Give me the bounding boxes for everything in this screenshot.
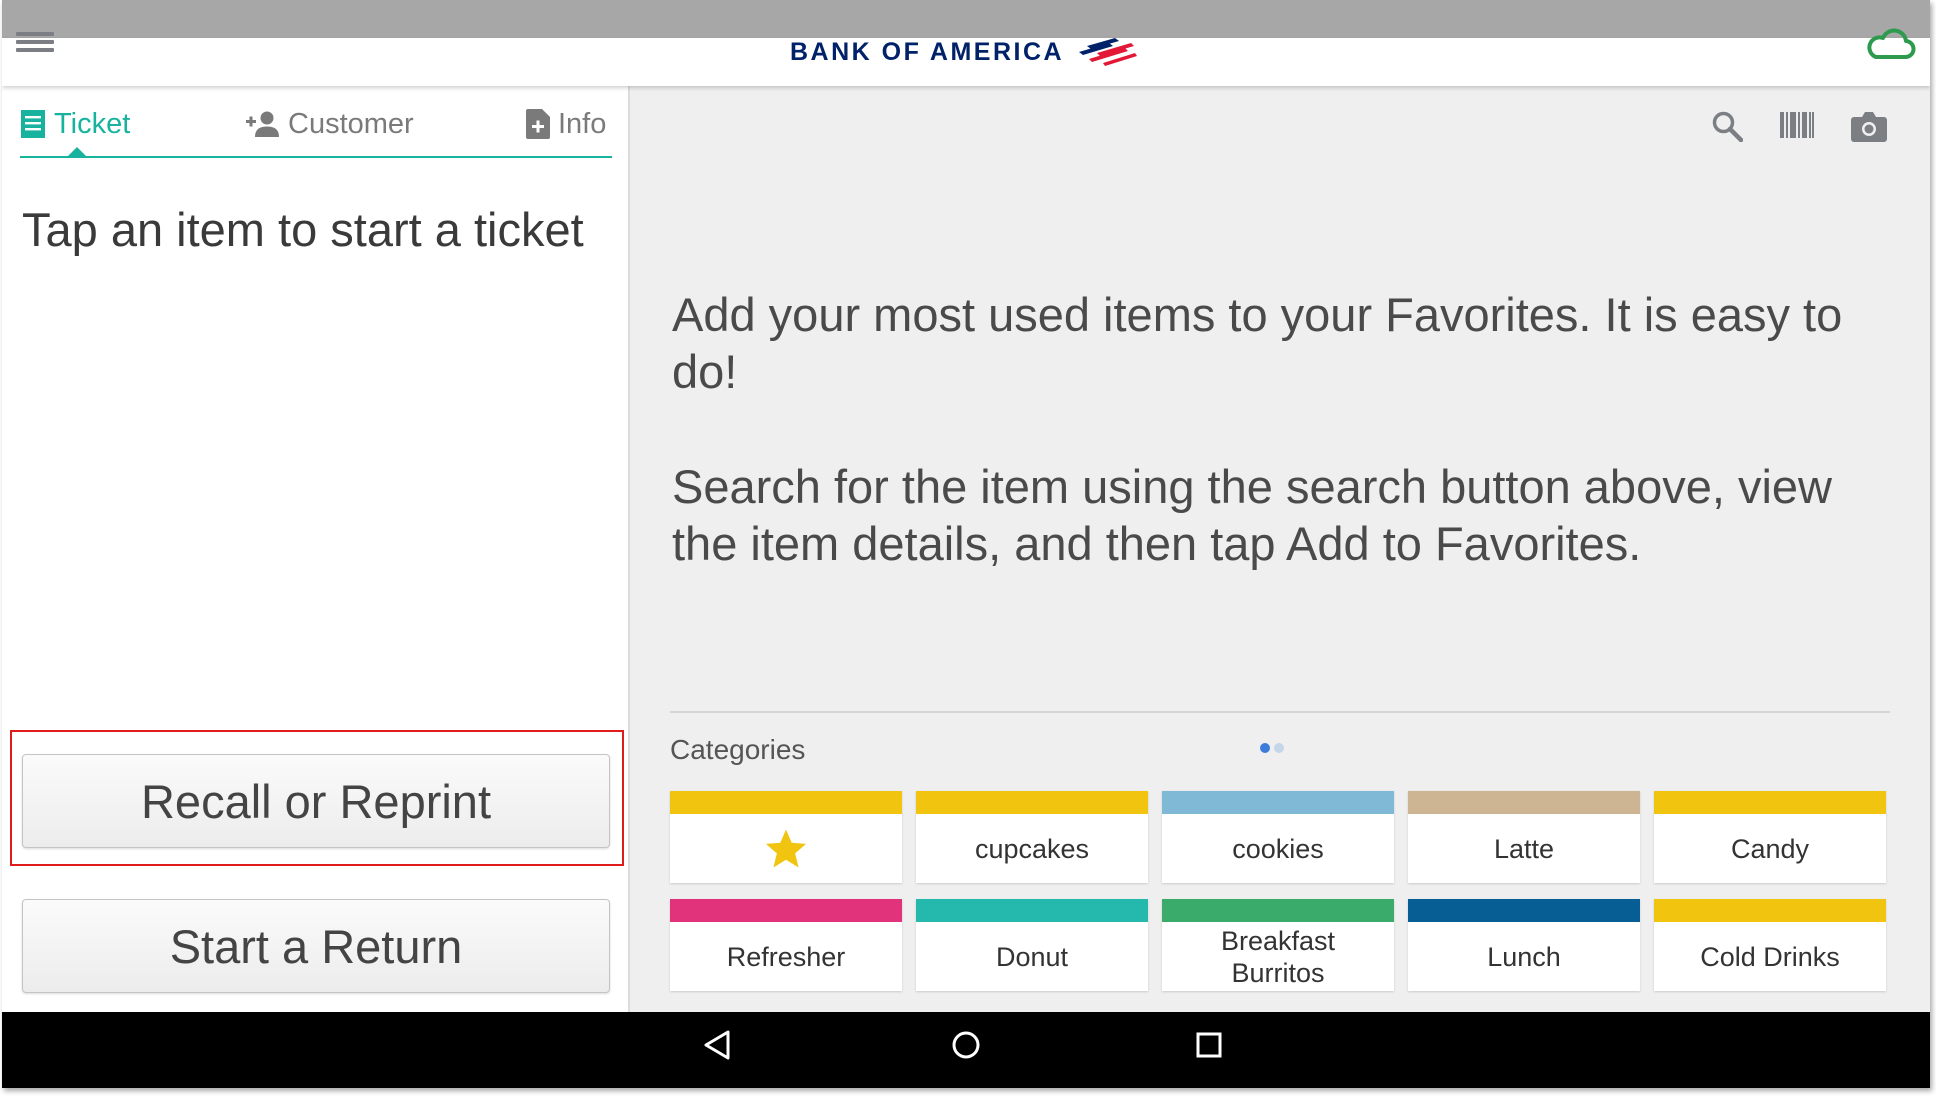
category-label: Refresher [726,941,846,972]
category-color-bar [916,899,1148,922]
category-label: Breakfast Burritos [1220,925,1336,988]
category-label: cupcakes [974,833,1090,864]
favorites-instructions: Add your most used items to your Favorit… [672,288,1843,398]
tab-label: Ticket [54,107,131,140]
category-favorites[interactable] [670,791,902,883]
category-latte[interactable]: Latte [1408,791,1640,883]
start-return-button[interactable]: Start a Return [22,899,610,993]
category-color-bar [1162,791,1394,814]
flag-logo-icon [1079,38,1137,66]
tab-info[interactable]: Info [526,106,606,142]
active-tab-indicator [67,147,87,157]
category-donut[interactable]: Donut [916,899,1148,991]
categories-divider [670,711,1890,713]
recents-icon[interactable] [1194,1028,1224,1062]
category-breakfast-burritos[interactable]: Breakfast Burritos [1162,899,1394,991]
category-color-bar [1408,791,1640,814]
category-cupcakes[interactable]: cupcakes [916,791,1148,883]
category-page-indicator [1260,743,1284,753]
system-nav-bar [2,1012,1930,1088]
category-color-bar [1654,899,1886,922]
favorites-search-instructions: Search for the item using the search but… [672,460,1832,570]
categories-heading: Categories [670,734,806,765]
category-cold-drinks[interactable]: Cold Drinks [1654,899,1886,991]
category-color-bar [1162,899,1394,922]
menu-icon[interactable] [16,32,56,60]
camera-icon[interactable] [1851,110,1887,142]
category-label: Donut [995,941,1069,972]
category-color-bar [670,791,902,814]
add-document-icon [526,109,550,139]
page-dot[interactable] [1274,743,1284,753]
home-icon[interactable] [950,1028,982,1062]
tablet-screen: BANK OF AMERICA Ticket Customer Info Tap… [2,0,1930,1088]
category-refresher[interactable]: Refresher [670,899,902,991]
category-lunch[interactable]: Lunch [1408,899,1640,991]
page-dot-active[interactable] [1260,743,1270,753]
recall-or-reprint-button[interactable]: Recall or Reprint [22,754,610,848]
tab-ticket[interactable]: Ticket [20,106,130,142]
tab-underline [20,156,612,158]
category-color-bar [1654,791,1886,814]
category-label: Latte [1493,833,1555,864]
ticket-panel: Ticket Customer Info Tap an item to star… [2,86,630,1012]
category-label: cookies [1232,833,1324,864]
category-color-bar [1408,899,1640,922]
tab-customer[interactable]: Customer [246,106,414,142]
receipt-icon [21,110,45,138]
tab-label: Customer [288,107,414,140]
category-label: Lunch [1487,941,1561,972]
category-cookies[interactable]: cookies [1162,791,1394,883]
cloud-sync-icon[interactable] [1864,26,1916,62]
barcode-icon[interactable] [1780,110,1814,140]
tab-label: Info [558,107,607,140]
back-icon[interactable] [702,1028,732,1062]
search-icon[interactable] [1711,110,1743,142]
brand-name: BANK OF AMERICA [790,38,1065,66]
favorites-panel: Add your most used items to your Favorit… [630,86,1930,1012]
category-label [670,814,902,883]
category-candy[interactable]: Candy [1654,791,1886,883]
category-label: Candy [1730,833,1810,864]
category-color-bar [916,791,1148,814]
bank-logo: BANK OF AMERICA [790,28,1150,76]
category-color-bar [670,899,902,922]
empty-ticket-hint: Tap an item to start a ticket [22,203,584,256]
category-label: Cold Drinks [1700,941,1840,972]
add-person-icon [246,111,279,137]
app-bar: BANK OF AMERICA [2,28,1930,86]
star-icon [765,828,807,867]
